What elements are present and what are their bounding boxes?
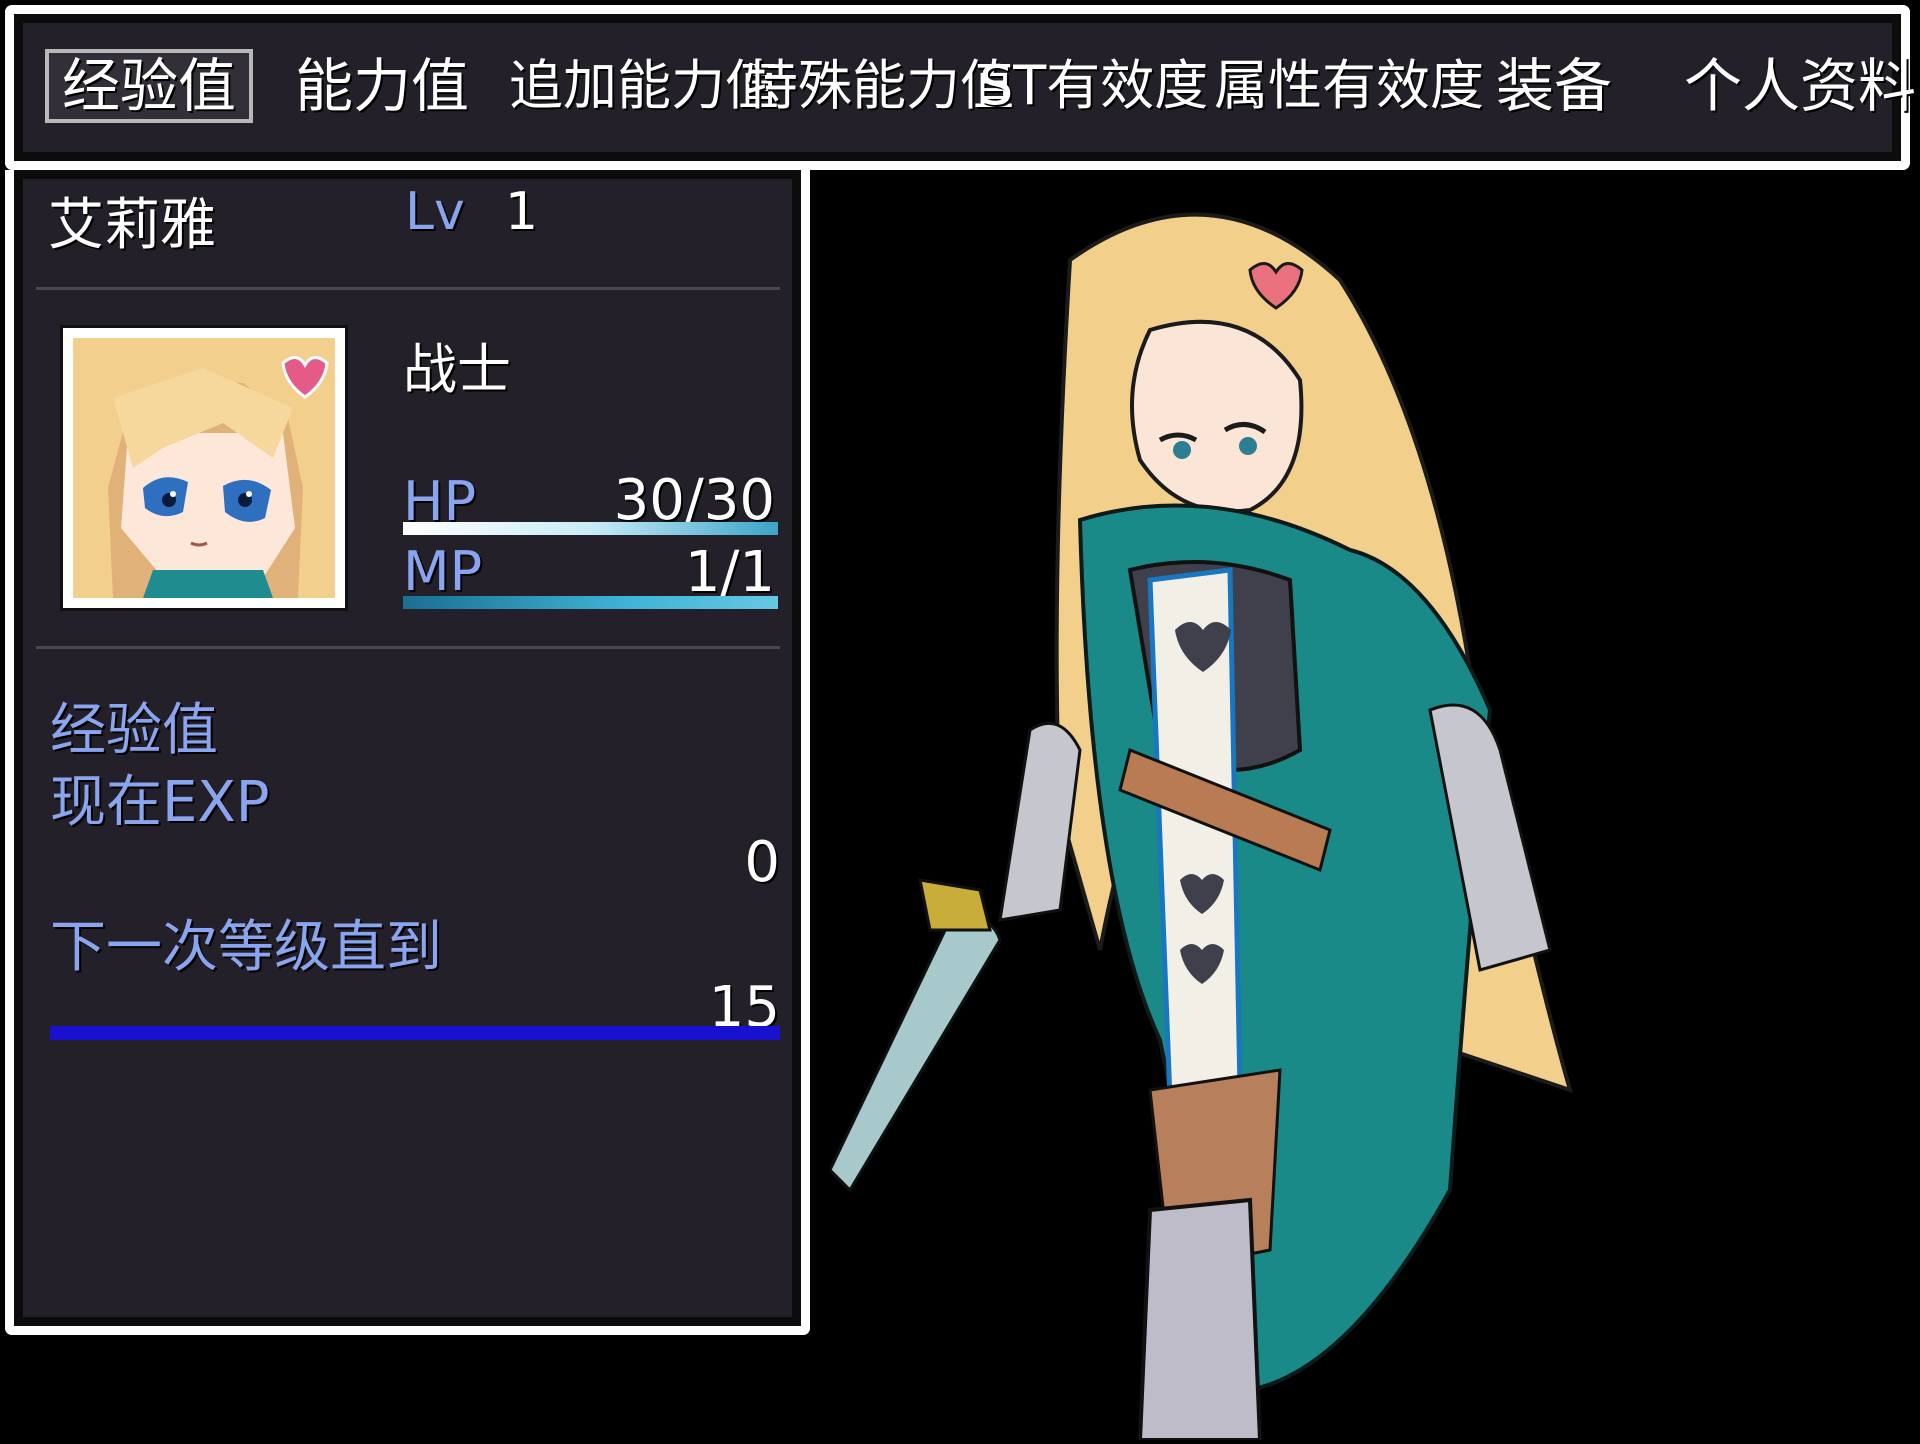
tab-parameters[interactable]: 能力值 — [282, 49, 482, 123]
actor-face-image — [73, 338, 335, 598]
tab-state-rates[interactable]: ST有效度 — [979, 49, 1208, 123]
actor-face-portrait — [60, 325, 348, 611]
exp-heading: 经验值 — [50, 698, 218, 763]
status-command-window: 经验值 能力值 追加能力值 特殊能力值 ST有效度 属性有效度 装备 个人资料 — [5, 5, 1916, 170]
actor-name: 艾莉雅 — [48, 193, 216, 258]
current-exp-label: 现在EXP — [50, 770, 270, 835]
mp-gauge — [403, 596, 778, 609]
next-level-label: 下一次等级直到 — [50, 915, 442, 980]
level-value: 1 — [505, 182, 539, 242]
current-exp-value: 0 — [744, 830, 780, 895]
tab-element-rates[interactable]: 属性有效度 — [1214, 49, 1484, 123]
game-screen: 经验值 能力值 追加能力值 特殊能力值 ST有效度 属性有效度 装备 个人资料 … — [0, 0, 1920, 1442]
character-portrait — [828, 190, 1830, 1442]
divider-top — [36, 287, 780, 290]
tab-special-parameters[interactable]: 特殊能力值 — [744, 49, 1014, 123]
level-label: Lv — [405, 182, 465, 242]
hp-gauge — [403, 522, 778, 535]
divider-middle — [36, 646, 780, 649]
tab-extra-parameters[interactable]: 追加能力值 — [509, 49, 779, 123]
mp-label: MP — [403, 540, 483, 603]
exp-gauge — [50, 1026, 780, 1040]
tab-exp[interactable]: 经验值 — [45, 49, 253, 123]
tab-profile[interactable]: 个人资料 — [1684, 49, 1916, 123]
actor-class: 战士 — [403, 338, 511, 401]
tab-equipment[interactable]: 装备 — [1454, 49, 1654, 123]
